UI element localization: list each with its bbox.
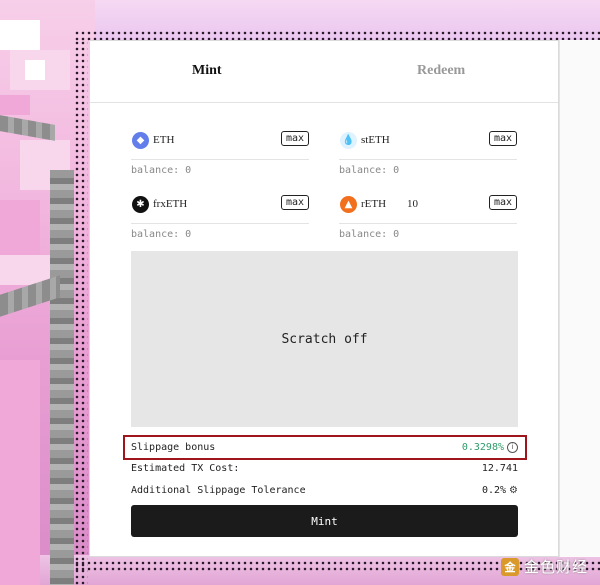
reth-icon: ▲ [340,196,357,213]
token-reth: ▲ rETH 10 max balance: 0 [339,195,517,240]
mint-card: Mint Redeem ◆ ETH max balance: 0 💧 stETH… [89,40,559,557]
tab-bar: Mint Redeem [90,41,558,103]
mint-button-label: Mint [311,514,338,528]
gear-icon[interactable]: ⚙ [509,485,518,496]
tab-mint[interactable]: Mint [192,63,222,79]
watermark: 金 金色财经 [500,556,588,577]
balance-text: balance: 0 [339,229,400,240]
token-eth: ◆ ETH max balance: 0 [131,131,309,176]
max-button[interactable]: max [280,131,309,146]
balance-text: balance: 0 [131,165,192,176]
token-steth: 💧 stETH max balance: 0 [339,131,517,176]
mint-button[interactable]: Mint [131,505,518,537]
max-button[interactable]: max [488,195,517,210]
frxeth-icon: ✱ [132,196,149,213]
steth-icon: 💧 [340,132,357,149]
token-name: stETH [361,134,390,146]
tab-redeem[interactable]: Redeem [417,63,465,79]
slippage-tolerance-row: Additional Slippage Tolerance 0.2% ⚙ [131,484,518,500]
slippage-tolerance-value: 0.2% [481,485,507,496]
watermark-logo: 金 [500,557,519,576]
slippage-bonus-label: Slippage bonus [131,442,216,453]
balance-text: balance: 0 [131,229,192,240]
token-frxeth: ✱ frxETH max balance: 0 [131,195,309,240]
tx-cost-row: Estimated TX Cost: 12.741 [131,462,518,478]
slippage-bonus-value: 0.3298% [461,442,504,453]
watermark-text: 金色财经 [523,558,588,576]
slippage-tolerance-label: Additional Slippage Tolerance [131,485,306,496]
slippage-bonus-row: Slippage bonus 0.3298% i [131,441,518,457]
scratch-off-label: Scratch off [281,331,368,347]
tx-cost-label: Estimated TX Cost: [131,463,240,474]
max-button[interactable]: max [280,195,309,210]
eth-icon: ◆ [132,132,149,149]
token-name: rETH [361,198,387,210]
token-name: frxETH [153,198,188,210]
info-icon[interactable]: i [507,442,518,453]
side-panel [559,40,600,557]
token-name: ETH [153,134,175,146]
amount-input[interactable]: 10 [407,198,418,210]
tx-cost-value: 12.741 [481,463,518,474]
balance-text: balance: 0 [339,165,400,176]
scratch-off-area[interactable]: Scratch off [131,251,518,427]
max-button[interactable]: max [488,131,517,146]
